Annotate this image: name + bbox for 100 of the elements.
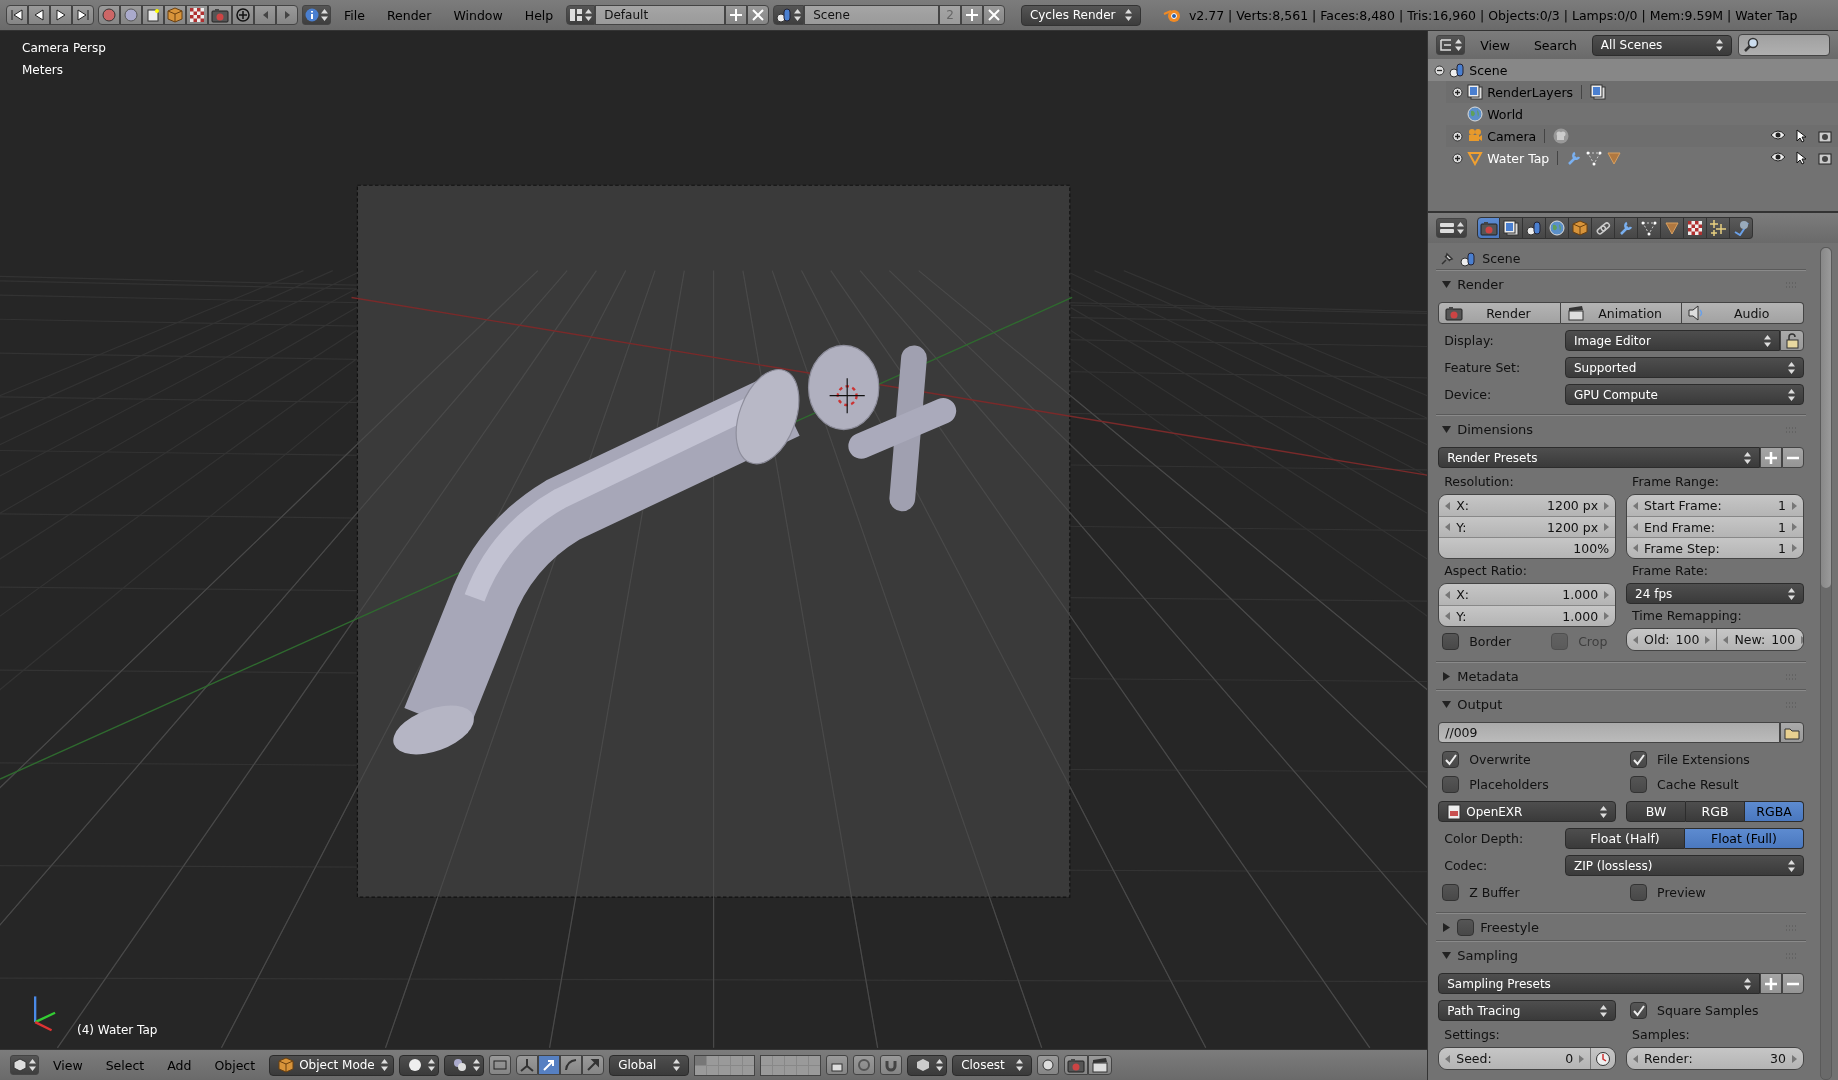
number-field[interactable]: X: 1200 px [1439, 495, 1616, 516]
toggle-option[interactable]: BW [1626, 801, 1687, 822]
outliner-item[interactable]: Water Tap [1487, 150, 1550, 166]
scrollbar[interactable] [1820, 247, 1832, 1080]
lock-button[interactable] [1780, 330, 1804, 351]
pivot-dropdown[interactable] [444, 1054, 485, 1076]
checkbox[interactable]: Preview [1630, 882, 1706, 903]
dropdown[interactable]: Supported [1564, 357, 1804, 378]
menu-item[interactable]: Object [205, 1057, 265, 1073]
menu-item[interactable]: Render [377, 7, 441, 23]
number-field[interactable]: End Frame: 1 [1627, 516, 1803, 537]
camera-icon[interactable] [1818, 129, 1832, 143]
globe-icon[interactable] [124, 8, 138, 22]
scale-arrow-icon[interactable] [586, 1058, 601, 1072]
editor-type-button[interactable] [1436, 218, 1468, 238]
toggle-option[interactable]: Float (Half) [1564, 828, 1685, 849]
remove-preset-button[interactable] [1782, 973, 1804, 994]
checkbox[interactable] [1457, 919, 1475, 936]
dropdown[interactable]: Image Editor [1564, 330, 1780, 351]
dropdown[interactable]: GPU Compute [1564, 384, 1804, 405]
plus-icon[interactable] [730, 9, 743, 21]
properties-tab[interactable] [1730, 217, 1754, 239]
orientation-dropdown[interactable]: Global [609, 1054, 690, 1076]
snap-element-dropdown[interactable] [907, 1054, 948, 1076]
number-field[interactable]: Y: 1200 px [1439, 516, 1616, 537]
editor-type-button[interactable] [302, 5, 331, 25]
output-path-field[interactable]: //009 [1438, 722, 1780, 743]
circle-icon[interactable] [857, 1058, 872, 1072]
menu-item[interactable]: View [1471, 37, 1519, 53]
menu-item[interactable]: Select [96, 1057, 154, 1073]
properties-tab[interactable] [1546, 217, 1570, 239]
expand-toggle-icon[interactable] [1452, 152, 1464, 164]
menu-item[interactable]: Search [1524, 37, 1586, 53]
eye-icon[interactable] [1770, 129, 1786, 141]
menu-item[interactable]: View [44, 1057, 92, 1073]
checkbox[interactable]: Square Samples [1630, 1000, 1759, 1021]
display-mode-dropdown[interactable]: All Scenes [1591, 34, 1732, 56]
outliner-item[interactable]: World [1487, 106, 1524, 122]
number-field[interactable]: 100% [1439, 537, 1616, 558]
toggle-option[interactable]: Float (Full) [1684, 828, 1804, 849]
browse-folder-button[interactable] [1780, 722, 1804, 743]
eye-icon[interactable] [1770, 151, 1786, 163]
render-engine-dropdown[interactable]: Cycles Render [1020, 4, 1141, 26]
checkbox[interactable]: Z Buffer [1442, 882, 1520, 903]
number-field[interactable]: Render: 30 [1627, 1048, 1803, 1069]
layer-buttons[interactable] [694, 1054, 756, 1076]
close-icon[interactable] [987, 9, 1000, 21]
screen-layout-field[interactable]: Default [595, 5, 726, 25]
properties-tab[interactable] [1500, 217, 1524, 239]
panel-title[interactable]: Freestyle [1480, 920, 1539, 935]
shading-dropdown[interactable] [399, 1054, 440, 1076]
search-field[interactable] [1737, 34, 1830, 56]
dropdown[interactable]: 24 fps [1626, 583, 1804, 604]
number-field[interactable]: Start Frame: 1 [1627, 495, 1803, 516]
action-button[interactable]: Animation [1560, 302, 1683, 324]
menu-item[interactable]: File [335, 7, 374, 23]
expand-toggle-icon[interactable] [1452, 130, 1464, 142]
render-sphere-icon[interactable] [102, 8, 116, 22]
scene-browse-button[interactable] [773, 5, 805, 25]
panel-title[interactable]: Dimensions [1457, 422, 1534, 437]
cursor-arrow-icon[interactable] [1796, 129, 1808, 143]
menu-item[interactable]: Add [158, 1057, 201, 1073]
outliner-item[interactable]: Camera [1487, 128, 1537, 144]
magnet-icon[interactable] [884, 1058, 899, 1072]
disclosure-triangle-icon[interactable] [1442, 425, 1452, 434]
dropdown[interactable]: Path Tracing [1438, 1000, 1617, 1021]
skip-forward-icon[interactable] [76, 8, 90, 22]
add-circle-icon[interactable] [236, 8, 250, 22]
expand-toggle-icon[interactable] [1434, 64, 1446, 76]
properties-tab[interactable] [1638, 217, 1662, 239]
checkbox[interactable]: Cache Result [1630, 774, 1739, 795]
panel-title[interactable]: Sampling [1457, 948, 1519, 963]
manipulator-icon[interactable] [520, 1058, 535, 1072]
skip-back-icon[interactable] [10, 8, 24, 22]
snap-target-dropdown[interactable]: Closest [952, 1054, 1033, 1076]
dropdown[interactable]: OpenEXR [1438, 801, 1617, 822]
disclosure-triangle-icon[interactable] [1442, 700, 1452, 709]
properties-tab[interactable] [1615, 217, 1639, 239]
outliner-item[interactable]: Scene [1469, 62, 1508, 78]
cursor-arrow-icon[interactable] [1796, 151, 1808, 165]
menu-item[interactable]: Window [444, 7, 512, 23]
arrow-icon[interactable] [542, 1058, 557, 1072]
checkbox[interactable]: Placeholders [1442, 774, 1549, 795]
properties-tab[interactable] [1707, 217, 1731, 239]
properties-tab[interactable] [1684, 217, 1708, 239]
play-reverse-icon[interactable] [32, 8, 46, 22]
mode-dropdown[interactable]: Object Mode [269, 1054, 395, 1076]
checkbox[interactable]: Overwrite [1442, 749, 1531, 770]
properties-tab[interactable] [1523, 217, 1547, 239]
number-field[interactable]: X: 1.000 [1439, 584, 1616, 605]
plus-icon[interactable] [965, 9, 978, 21]
layout-browse-button[interactable] [566, 5, 596, 25]
outliner-item[interactable]: RenderLayers [1487, 84, 1574, 100]
add-preset-button[interactable] [1760, 447, 1782, 468]
presets-dropdown[interactable]: Render Presets [1438, 447, 1760, 468]
presets-dropdown[interactable]: Sampling Presets [1438, 973, 1760, 994]
panel-title[interactable]: Metadata [1457, 669, 1519, 684]
disclosure-triangle-icon[interactable] [1442, 951, 1452, 960]
pin-icon[interactable] [1440, 251, 1455, 266]
add-preset-button[interactable] [1760, 973, 1782, 994]
